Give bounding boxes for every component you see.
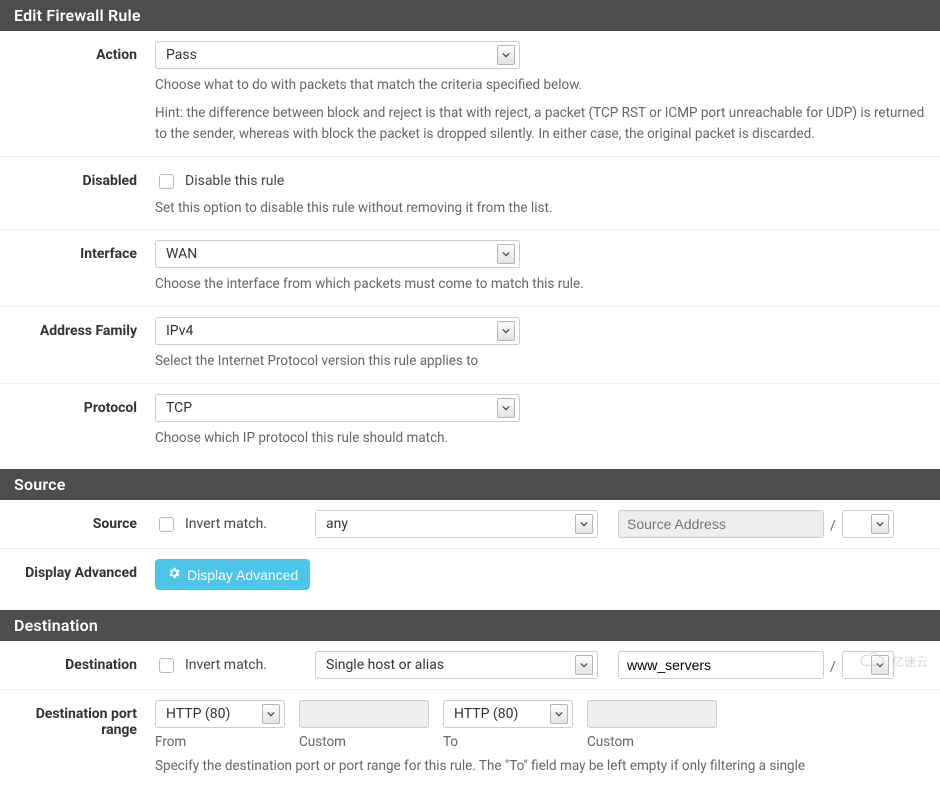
help-protocol: Choose which IP protocol this rule shoul… [155, 428, 926, 450]
select-protocol[interactable]: TCP [155, 394, 520, 422]
chevron-down-icon [497, 45, 515, 65]
chevron-down-icon [575, 514, 593, 534]
button-display-advanced[interactable]: Display Advanced [155, 559, 310, 590]
help-action-2: Hint: the difference between block and r… [155, 103, 926, 146]
chevron-down-icon [497, 244, 515, 264]
select-port-from[interactable]: HTTP (80) [155, 700, 285, 728]
row-interface: Interface WAN Choose the interface from … [0, 230, 940, 307]
label-protocol: Protocol [0, 394, 155, 416]
select-source-type[interactable]: any [315, 510, 598, 538]
select-port-to[interactable]: HTTP (80) [443, 700, 573, 728]
panel-edit-firewall-rule: Edit Firewall Rule Action Pass Choose wh… [0, 0, 940, 459]
row-disabled: Disabled Disable this rule Set this opti… [0, 157, 940, 231]
select-protocol-value: TCP [166, 400, 192, 416]
help-address-family: Select the Internet Protocol version thi… [155, 351, 926, 373]
select-destination-type[interactable]: Single host or alias [315, 651, 598, 679]
panel-source: Source Source Invert match. any / [0, 469, 940, 600]
chevron-down-icon [575, 655, 593, 675]
checkbox-source-invert[interactable] [159, 517, 174, 532]
select-interface[interactable]: WAN [155, 240, 520, 268]
row-action: Action Pass Choose what to do with packe… [0, 31, 940, 157]
select-source-type-value: any [326, 516, 348, 532]
label-interface: Interface [0, 240, 155, 262]
chevron-down-icon [497, 398, 515, 418]
input-port-from-custom[interactable] [299, 700, 429, 728]
select-address-family-value: IPv4 [166, 323, 193, 339]
select-port-to-value: HTTP (80) [454, 706, 518, 722]
panel-destination: Destination Destination Invert match. Si… [0, 610, 940, 788]
checkbox-disable-rule-label: Disable this rule [185, 173, 284, 189]
select-action-value: Pass [166, 47, 197, 63]
input-destination-address[interactable] [618, 651, 824, 679]
label-disabled: Disabled [0, 167, 155, 189]
label-address-family: Address Family [0, 317, 155, 339]
label-destination: Destination [0, 651, 155, 673]
checkbox-disable-rule[interactable] [159, 174, 174, 189]
chevron-down-icon [871, 514, 889, 534]
chevron-down-icon [497, 321, 515, 341]
heading-source: Source [0, 469, 940, 500]
heading-edit: Edit Firewall Rule [0, 0, 940, 31]
select-action[interactable]: Pass [155, 41, 520, 69]
sublabel-to: To [443, 734, 573, 750]
label-display-advanced: Display Advanced [0, 559, 155, 581]
slash-separator: / [824, 655, 842, 675]
row-destination: Destination Invert match. Single host or… [0, 641, 940, 690]
input-port-to-custom[interactable] [587, 700, 717, 728]
select-port-from-value: HTTP (80) [166, 706, 230, 722]
help-action-1: Choose what to do with packets that matc… [155, 75, 926, 97]
button-display-advanced-label: Display Advanced [187, 567, 298, 583]
select-source-mask[interactable] [842, 510, 894, 538]
label-action: Action [0, 41, 155, 63]
heading-destination: Destination [0, 610, 940, 641]
select-address-family[interactable]: IPv4 [155, 317, 520, 345]
input-source-address[interactable] [618, 510, 824, 538]
checkbox-destination-invert-label: Invert match. [185, 657, 267, 673]
chevron-down-icon [262, 704, 280, 724]
row-display-advanced: Display Advanced Display Advanced [0, 549, 940, 600]
gear-icon [167, 566, 181, 583]
help-disabled: Set this option to disable this rule wit… [155, 198, 926, 220]
checkbox-destination-invert[interactable] [159, 658, 174, 673]
watermark-text: 亿速云 [892, 653, 928, 670]
select-interface-value: WAN [166, 246, 197, 262]
row-source: Source Invert match. any / [0, 500, 940, 549]
row-destination-port-range: Destination port range HTTP (80) From Cu… [0, 690, 940, 788]
slash-separator: / [824, 514, 842, 534]
label-source: Source [0, 510, 155, 532]
sublabel-from-custom: Custom [299, 734, 429, 750]
sublabel-from: From [155, 734, 285, 750]
checkbox-source-invert-label: Invert match. [185, 516, 267, 532]
help-interface: Choose the interface from which packets … [155, 274, 926, 296]
sublabel-to-custom: Custom [587, 734, 717, 750]
row-address-family: Address Family IPv4 Select the Internet … [0, 307, 940, 384]
row-protocol: Protocol TCP Choose which IP protocol th… [0, 384, 940, 460]
chevron-down-icon [550, 704, 568, 724]
label-destination-port-range: Destination port range [0, 700, 155, 738]
cloud-icon [858, 651, 886, 671]
help-destination-port: Specify the destination port or port ran… [155, 756, 926, 778]
select-destination-type-value: Single host or alias [326, 657, 444, 673]
watermark: 亿速云 [858, 651, 928, 671]
